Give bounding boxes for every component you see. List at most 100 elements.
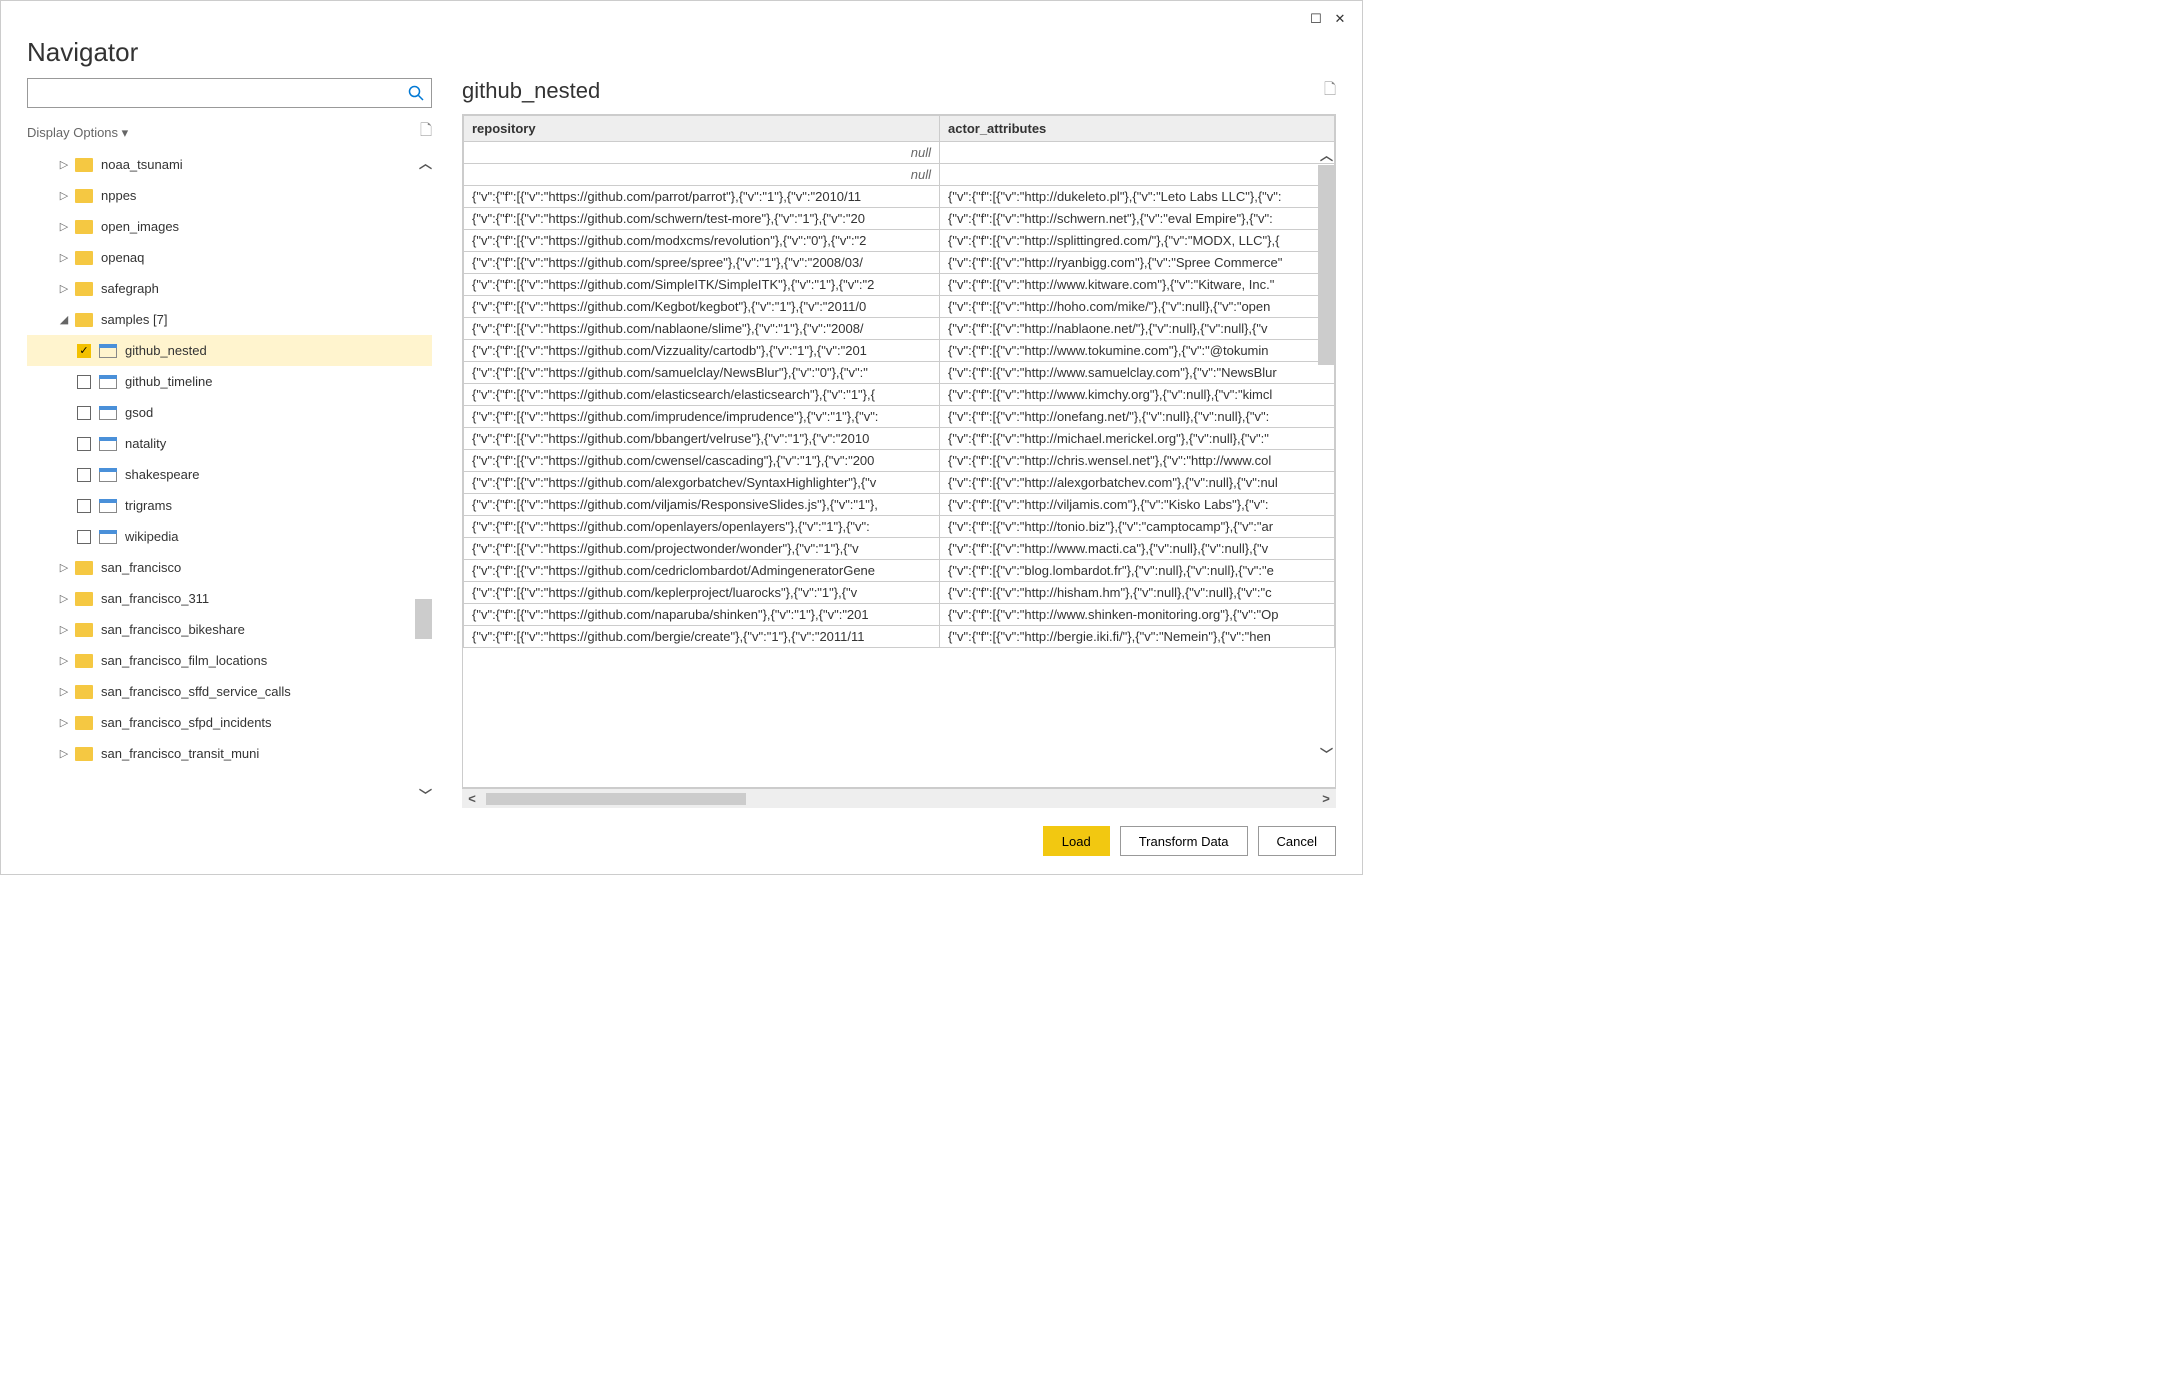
tree-item-nppes[interactable]: ▷nppes bbox=[27, 180, 432, 211]
tree-item-label: san_francisco bbox=[101, 560, 181, 575]
hscroll-thumb[interactable] bbox=[486, 793, 746, 805]
hscroll-left[interactable]: < bbox=[462, 791, 482, 806]
maximize-button[interactable]: ☐ bbox=[1304, 7, 1328, 31]
caret-icon[interactable]: ▷ bbox=[57, 282, 71, 295]
tree-item-san-francisco-transit-muni[interactable]: ▷san_francisco_transit_muni bbox=[27, 738, 432, 769]
caret-icon[interactable]: ▷ bbox=[57, 158, 71, 171]
table-scroll-down[interactable]: ﹀ bbox=[1320, 744, 1333, 763]
tree-item-github-timeline[interactable]: github_timeline bbox=[27, 366, 432, 397]
tree-item-san-francisco-film-locations[interactable]: ▷ san_francisco_film_locations bbox=[27, 645, 432, 676]
folder-icon bbox=[75, 189, 93, 203]
tree-item-shakespeare[interactable]: shakespeare bbox=[27, 459, 432, 490]
transform-data-button[interactable]: Transform Data bbox=[1120, 826, 1248, 856]
checkbox[interactable] bbox=[77, 375, 91, 389]
table-vscroll-thumb[interactable] bbox=[1318, 165, 1335, 365]
cell-repository: {"v":{"f":[{"v":"https://github.com/open… bbox=[464, 516, 940, 538]
table-row[interactable]: {"v":{"f":[{"v":"https://github.com/cwen… bbox=[464, 450, 1335, 472]
table-row[interactable]: {"v":{"f":[{"v":"https://github.com/parr… bbox=[464, 186, 1335, 208]
caret-icon[interactable]: ▷ bbox=[57, 592, 71, 605]
table-row[interactable]: {"v":{"f":[{"v":"https://github.com/modx… bbox=[464, 230, 1335, 252]
folder-icon bbox=[75, 561, 93, 575]
table-row[interactable]: {"v":{"f":[{"v":"https://github.com/schw… bbox=[464, 208, 1335, 230]
close-button[interactable]: ✕ bbox=[1328, 7, 1352, 31]
tree-item-openaq[interactable]: ▷openaq bbox=[27, 242, 432, 273]
load-button[interactable]: Load bbox=[1043, 826, 1110, 856]
hscroll-right[interactable]: > bbox=[1316, 791, 1336, 806]
caret-icon[interactable]: ▷ bbox=[57, 220, 71, 233]
table-row[interactable]: {"v":{"f":[{"v":"https://github.com/alex… bbox=[464, 472, 1335, 494]
tree-item-wikipedia[interactable]: wikipedia bbox=[27, 521, 432, 552]
tree-item-safegraph[interactable]: ▷safegraph bbox=[27, 273, 432, 304]
table-row[interactable]: {"v":{"f":[{"v":"https://github.com/proj… bbox=[464, 538, 1335, 560]
preview-title: github_nested bbox=[462, 78, 600, 104]
tree-scroll-down[interactable]: ﹀ bbox=[419, 785, 432, 804]
cancel-button[interactable]: Cancel bbox=[1258, 826, 1336, 856]
tree-scroll-thumb[interactable] bbox=[415, 599, 432, 639]
folder-icon bbox=[75, 158, 93, 172]
display-options-dropdown[interactable]: Display Options ▾ bbox=[27, 125, 128, 141]
tree-item-san-francisco[interactable]: ▷ san_francisco bbox=[27, 552, 432, 583]
tree-item-gsod[interactable]: gsod bbox=[27, 397, 432, 428]
table-icon bbox=[99, 406, 117, 420]
window-controls: ☐ ✕ bbox=[1, 1, 1362, 37]
tree-item-open-images[interactable]: ▷open_images bbox=[27, 211, 432, 242]
checkbox[interactable] bbox=[77, 437, 91, 451]
tree-item-san-francisco-311[interactable]: ▷san_francisco_311 bbox=[27, 583, 432, 614]
tree-item-github-nested[interactable]: ✓github_nested bbox=[27, 335, 432, 366]
column-header-repository[interactable]: repository bbox=[464, 116, 940, 142]
table-row[interactable]: {"v":{"f":[{"v":"https://github.com/bban… bbox=[464, 428, 1335, 450]
cell-actor_attributes: {"v":{"f":[{"v":"http://splittingred.com… bbox=[940, 230, 1335, 252]
tree-item-trigrams[interactable]: trigrams bbox=[27, 490, 432, 521]
tree-item-noaa-tsunami[interactable]: ▷noaa_tsunami bbox=[27, 149, 432, 180]
search-input[interactable] bbox=[28, 79, 401, 107]
table-row[interactable]: {"v":{"f":[{"v":"https://github.com/kepl… bbox=[464, 582, 1335, 604]
table-row[interactable]: {"v":{"f":[{"v":"https://github.com/cedr… bbox=[464, 560, 1335, 582]
caret-icon[interactable]: ◢ bbox=[57, 313, 71, 326]
checkbox[interactable]: ✓ bbox=[77, 344, 91, 358]
preview-refresh-icon[interactable]: 🗋 bbox=[1324, 79, 1336, 104]
table-row[interactable]: {"v":{"f":[{"v":"https://github.com/Kegb… bbox=[464, 296, 1335, 318]
column-header-actor_attributes[interactable]: actor_attributes bbox=[940, 116, 1335, 142]
refresh-icon[interactable]: 🗋 bbox=[420, 120, 432, 145]
tree-item-label: san_francisco_film_locations bbox=[101, 653, 267, 668]
table-row[interactable]: {"v":{"f":[{"v":"https://github.com/open… bbox=[464, 516, 1335, 538]
tree-item-natality[interactable]: natality bbox=[27, 428, 432, 459]
caret-icon[interactable]: ▷ bbox=[57, 716, 71, 729]
table-row[interactable]: {"v":{"f":[{"v":"https://github.com/berg… bbox=[464, 626, 1335, 648]
tree-item-samples--7-[interactable]: ◢samples [7] bbox=[27, 304, 432, 335]
caret-icon[interactable]: ▷ bbox=[57, 747, 71, 760]
tree-item-san-francisco-bikeshare[interactable]: ▷san_francisco_bikeshare bbox=[27, 614, 432, 645]
table-row[interactable]: {"v":{"f":[{"v":"https://github.com/Simp… bbox=[464, 274, 1335, 296]
caret-icon[interactable]: ▷ bbox=[57, 189, 71, 202]
tree-scroll-up[interactable]: ︿ bbox=[419, 153, 432, 172]
caret-icon[interactable]: ▷ bbox=[57, 561, 71, 574]
caret-icon[interactable]: ▷ bbox=[57, 654, 71, 667]
checkbox[interactable] bbox=[77, 530, 91, 544]
caret-icon[interactable]: ▷ bbox=[57, 251, 71, 264]
table-row[interactable]: {"v":{"f":[{"v":"https://github.com/elas… bbox=[464, 384, 1335, 406]
table-row[interactable]: {"v":{"f":[{"v":"https://github.com/samu… bbox=[464, 362, 1335, 384]
table-row[interactable]: {"v":{"f":[{"v":"https://github.com/napa… bbox=[464, 604, 1335, 626]
checkbox[interactable] bbox=[77, 406, 91, 420]
caret-icon[interactable]: ▷ bbox=[57, 623, 71, 636]
table-row[interactable]: null bbox=[464, 142, 1335, 164]
checkbox[interactable] bbox=[77, 468, 91, 482]
cell-repository: {"v":{"f":[{"v":"https://github.com/bban… bbox=[464, 428, 940, 450]
tree-item-san-francisco-sfpd-incidents[interactable]: ▷san_francisco_sfpd_incidents bbox=[27, 707, 432, 738]
caret-icon[interactable]: ▷ bbox=[57, 685, 71, 698]
cell-repository: {"v":{"f":[{"v":"https://github.com/Vizz… bbox=[464, 340, 940, 362]
search-icon[interactable] bbox=[401, 79, 431, 107]
tree-item-san-francisco-sffd-service-calls[interactable]: ▷ san_francisco_sffd_service_calls bbox=[27, 676, 432, 707]
table-row[interactable]: {"v":{"f":[{"v":"https://github.com/nabl… bbox=[464, 318, 1335, 340]
table-row[interactable]: {"v":{"f":[{"v":"https://github.com/Vizz… bbox=[464, 340, 1335, 362]
table-row[interactable]: null bbox=[464, 164, 1335, 186]
folder-icon bbox=[75, 282, 93, 296]
cell-repository: {"v":{"f":[{"v":"https://github.com/proj… bbox=[464, 538, 940, 560]
table-row[interactable]: {"v":{"f":[{"v":"https://github.com/impr… bbox=[464, 406, 1335, 428]
cell-repository: null bbox=[464, 142, 940, 164]
tree-item-label: san_francisco_sffd_service_calls bbox=[101, 684, 291, 699]
table-row[interactable]: {"v":{"f":[{"v":"https://github.com/vilj… bbox=[464, 494, 1335, 516]
checkbox[interactable] bbox=[77, 499, 91, 513]
table-row[interactable]: {"v":{"f":[{"v":"https://github.com/spre… bbox=[464, 252, 1335, 274]
table-scroll-up[interactable]: ︿ bbox=[1320, 145, 1333, 164]
